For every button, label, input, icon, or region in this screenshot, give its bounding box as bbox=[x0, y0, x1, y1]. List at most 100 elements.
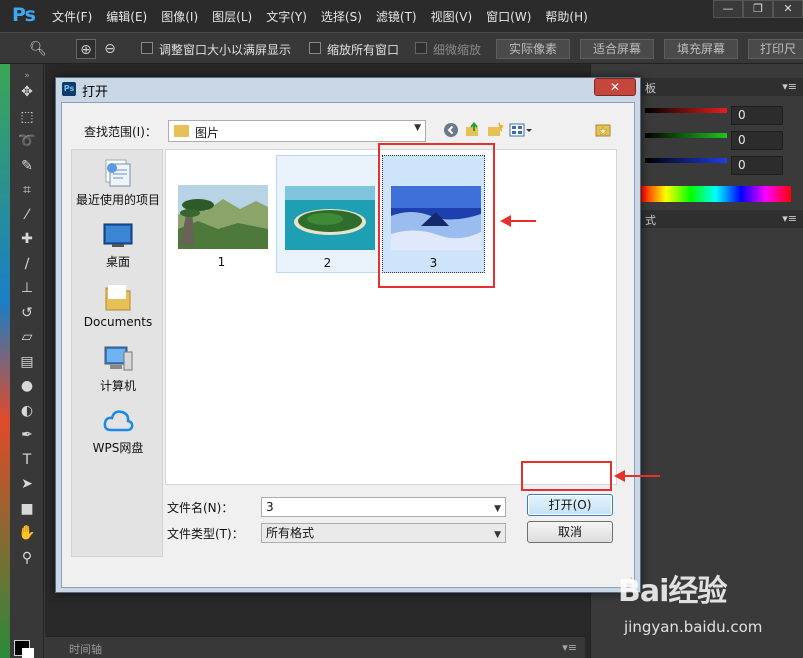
actual-pixels-button[interactable]: 实际像素 bbox=[496, 39, 570, 59]
green-slider[interactable] bbox=[645, 133, 727, 138]
back-icon[interactable] bbox=[442, 122, 460, 140]
menu-window[interactable]: 窗口(W) bbox=[486, 8, 531, 25]
menu-select[interactable]: 选择(S) bbox=[321, 8, 362, 25]
green-value[interactable]: 0 bbox=[731, 131, 783, 150]
menu-file[interactable]: 文件(F) bbox=[52, 8, 92, 25]
chevron-down-icon: ▼ bbox=[414, 123, 421, 133]
eyedropper-tool-icon[interactable]: ⁄ bbox=[10, 203, 44, 228]
up-folder-icon[interactable] bbox=[464, 121, 482, 140]
zoom-tool-side-icon[interactable]: ⚲ bbox=[10, 546, 44, 571]
scrubby-zoom-checkbox[interactable] bbox=[415, 42, 427, 54]
close-window-button[interactable]: ✕ bbox=[773, 0, 803, 18]
menu-view[interactable]: 视图(V) bbox=[431, 8, 473, 25]
zoom-all-checkbox[interactable] bbox=[309, 42, 321, 54]
history-brush-icon[interactable]: ↺ bbox=[10, 301, 44, 326]
panel-menu-icon[interactable]: ▾≡ bbox=[782, 80, 797, 93]
hand-tool-icon[interactable]: ✋ bbox=[10, 521, 44, 546]
red-value[interactable]: 0 bbox=[731, 106, 783, 125]
marquee-tool-icon[interactable]: ⬚ bbox=[10, 105, 44, 130]
timeline-label[interactable]: 时间轴 bbox=[69, 641, 102, 657]
zoom-out-icon[interactable]: ⊖ bbox=[100, 39, 120, 59]
red-slider[interactable] bbox=[645, 108, 727, 113]
resize-windows-checkbox[interactable] bbox=[141, 42, 153, 54]
cancel-button[interactable]: 取消 bbox=[527, 521, 613, 543]
baidu-jingyan-watermark: Bai经验 jingyan.baidu.com bbox=[610, 566, 800, 654]
view-menu-icon[interactable] bbox=[508, 122, 534, 140]
computer-icon bbox=[102, 344, 134, 374]
place-recent[interactable]: 最近使用的项目 bbox=[72, 158, 164, 208]
crop-tool-icon[interactable]: ⌗ bbox=[10, 178, 44, 203]
menu-image[interactable]: 图像(I) bbox=[161, 8, 198, 25]
filename-input[interactable]: 3 ▼ bbox=[261, 497, 506, 517]
brush-tool-icon[interactable]: ∕ bbox=[10, 252, 44, 277]
color-spectrum[interactable] bbox=[641, 186, 791, 202]
restore-button[interactable]: ❐ bbox=[743, 0, 773, 18]
menu-edit[interactable]: 编辑(E) bbox=[106, 8, 147, 25]
filename-value: 3 bbox=[266, 500, 274, 514]
eraser-tool-icon[interactable]: ▱ bbox=[10, 325, 44, 350]
shape-tool-icon[interactable]: ■ bbox=[10, 497, 44, 522]
type-tool-icon[interactable]: T bbox=[10, 448, 44, 473]
cloud-icon bbox=[102, 406, 134, 436]
minimize-button[interactable]: — bbox=[713, 0, 743, 18]
path-select-icon[interactable]: ➤ bbox=[10, 472, 44, 497]
dialog-close-button[interactable]: ✕ bbox=[594, 78, 636, 96]
place-desktop-label: 桌面 bbox=[105, 255, 130, 269]
place-computer-label: 计算机 bbox=[99, 379, 136, 393]
mountain-pine-thumbnail bbox=[178, 185, 268, 249]
move-tool-icon[interactable]: ✥ bbox=[10, 80, 44, 105]
look-in-select[interactable]: 图片 ▼ bbox=[168, 120, 426, 142]
panel-menu-icon[interactable]: ▾≡ bbox=[562, 641, 577, 654]
menu-layer[interactable]: 图层(L) bbox=[212, 8, 252, 25]
filetype-label: 文件类型(T)： bbox=[167, 527, 244, 541]
blur-tool-icon[interactable]: ● bbox=[10, 374, 44, 399]
annotation-arrow-icon bbox=[614, 470, 660, 482]
healing-brush-icon[interactable]: ✚ bbox=[10, 227, 44, 252]
place-computer[interactable]: 计算机 bbox=[72, 344, 164, 394]
place-documents[interactable]: Documents bbox=[72, 282, 164, 329]
annotation-highlight-open bbox=[521, 461, 612, 491]
panel-menu-icon[interactable]: ▾≡ bbox=[782, 212, 797, 225]
place-wps-cloud-label: WPS网盘 bbox=[92, 441, 144, 455]
open-button[interactable]: 打开(O) bbox=[527, 494, 613, 516]
background-color-swatch[interactable] bbox=[22, 648, 34, 658]
color-panel-tab[interactable]: 板 bbox=[645, 80, 656, 96]
fill-screen-button[interactable]: 填充屏幕 bbox=[664, 39, 738, 59]
pen-tool-icon[interactable]: ✒ bbox=[10, 423, 44, 448]
file-item-2[interactable]: 2 bbox=[276, 155, 379, 273]
menu-type[interactable]: 文字(Y) bbox=[266, 8, 307, 25]
new-folder-icon[interactable] bbox=[486, 122, 506, 140]
stamp-tool-icon[interactable]: ⊥ bbox=[10, 276, 44, 301]
resize-windows-label: 调整窗口大小以满屏显示 bbox=[159, 43, 292, 57]
recent-items-icon bbox=[102, 158, 134, 188]
filetype-select[interactable]: 所有格式 ▼ bbox=[261, 523, 506, 543]
fit-screen-button[interactable]: 适合屏幕 bbox=[580, 39, 654, 59]
chevron-down-icon[interactable]: ▼ bbox=[494, 526, 501, 544]
file-name-2: 2 bbox=[323, 256, 332, 270]
blue-value[interactable]: 0 bbox=[731, 156, 783, 175]
collapse-icon[interactable]: » bbox=[10, 64, 44, 81]
blue-slider[interactable] bbox=[645, 158, 727, 163]
lasso-tool-icon[interactable]: ➰ bbox=[10, 129, 44, 154]
quick-select-tool-icon[interactable]: ✎ bbox=[10, 154, 44, 179]
favorite-folder-icon[interactable] bbox=[594, 122, 612, 140]
zoom-in-icon[interactable]: ⊕ bbox=[76, 39, 96, 59]
file-item-1[interactable]: 1 bbox=[170, 155, 273, 273]
dialog-titlebar[interactable]: Ps 打开 ✕ bbox=[56, 78, 640, 100]
chevron-down-icon[interactable]: ▼ bbox=[494, 500, 501, 518]
place-desktop[interactable]: 桌面 bbox=[72, 220, 164, 270]
dodge-tool-icon[interactable]: ◐ bbox=[10, 399, 44, 424]
styles-panel-tab[interactable]: 式 bbox=[645, 212, 656, 228]
menu-list: 文件(F) 编辑(E) 图像(I) 图层(L) 文字(Y) 选择(S) 滤镜(T… bbox=[52, 8, 602, 25]
menu-filter[interactable]: 滤镜(T) bbox=[376, 8, 417, 25]
open-dialog: Ps 打开 ✕ 查找范围(I)： 图片 ▼ 最近使用的项目 桌面 Documen… bbox=[55, 77, 641, 593]
gradient-tool-icon[interactable]: ▤ bbox=[10, 350, 44, 375]
annotation-highlight-file bbox=[378, 143, 495, 288]
print-size-button[interactable]: 打印尺 bbox=[748, 39, 803, 59]
dialog-body: 查找范围(I)： 图片 ▼ 最近使用的项目 桌面 Documents 计算机 W… bbox=[61, 102, 635, 588]
menu-help[interactable]: 帮助(H) bbox=[545, 8, 587, 25]
place-wps-cloud[interactable]: WPS网盘 bbox=[72, 406, 164, 456]
filename-label: 文件名(N)： bbox=[167, 501, 234, 515]
desktop-strip bbox=[0, 64, 10, 658]
zoom-tool-icon[interactable]: 🔍︎ bbox=[28, 39, 48, 59]
